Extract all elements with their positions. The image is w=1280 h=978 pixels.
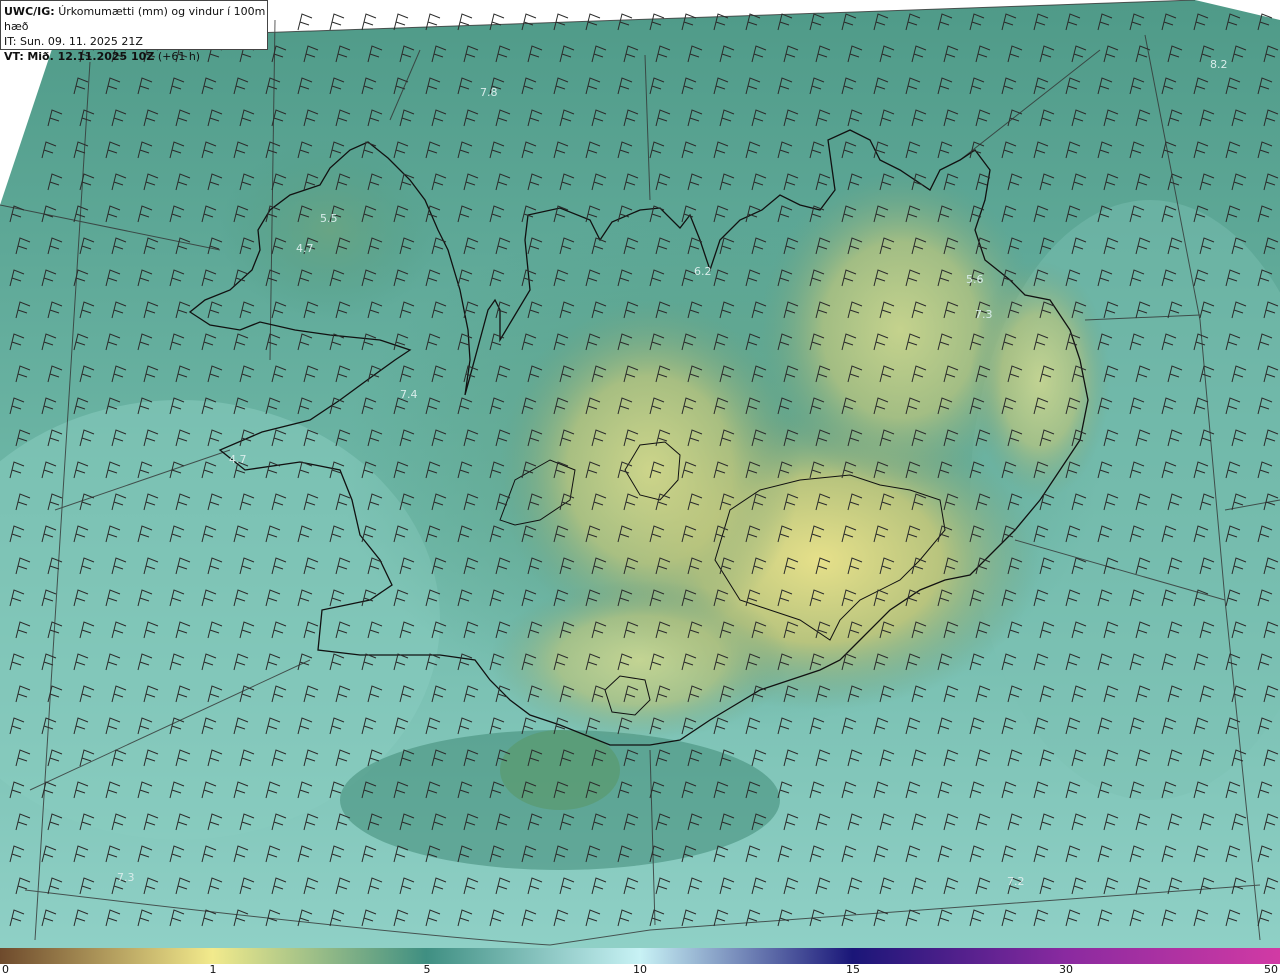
product-code: UWC/IG: — [4, 5, 55, 18]
colorbar-tick: 0 — [2, 963, 9, 976]
colorbar-tick: 5 — [423, 963, 431, 976]
colorbar-tick: 30 — [1059, 963, 1073, 976]
init-time: IT: Sun. 09. 11. 2025 21Z — [4, 35, 143, 48]
precipitable-water-map: 7.8 8.2 5.5 4.7 6.2 5.6 7.3 7.4 4.7 7.3 … — [0, 0, 1280, 948]
colorbar-tick: 50 — [1264, 963, 1278, 976]
valid-prefix: VT: — [4, 50, 24, 63]
value-label: 7.4 — [400, 388, 418, 401]
value-label: 4.7 — [296, 242, 314, 255]
product-info-box: UWC/IG: Úrkomumætti (mm) og vindur í 100… — [0, 0, 268, 63]
value-label: 5.6 — [966, 273, 984, 286]
value-label: 7.3 — [975, 308, 993, 321]
value-label: 8.2 — [1210, 58, 1228, 71]
colorbar — [0, 948, 1280, 964]
value-label: 4.7 — [229, 453, 247, 466]
colorbar-tick: 10 — [633, 963, 647, 976]
value-label: 6.2 — [694, 265, 712, 278]
value-label: 5.5 — [320, 212, 338, 225]
colorbar-tick: 15 — [846, 963, 860, 976]
value-label: 7.3 — [117, 871, 135, 884]
value-label: 7.8 — [480, 86, 498, 99]
valid-time: Mið. 12.11.2025 10Z — [27, 50, 155, 63]
colorbar-ticks: 0 1 5 10 15 30 50 — [0, 963, 1280, 978]
value-label: 7.2 — [1007, 875, 1025, 888]
valid-offset: (+61 h) — [157, 50, 201, 63]
colorbar-tick: 1 — [209, 963, 217, 976]
